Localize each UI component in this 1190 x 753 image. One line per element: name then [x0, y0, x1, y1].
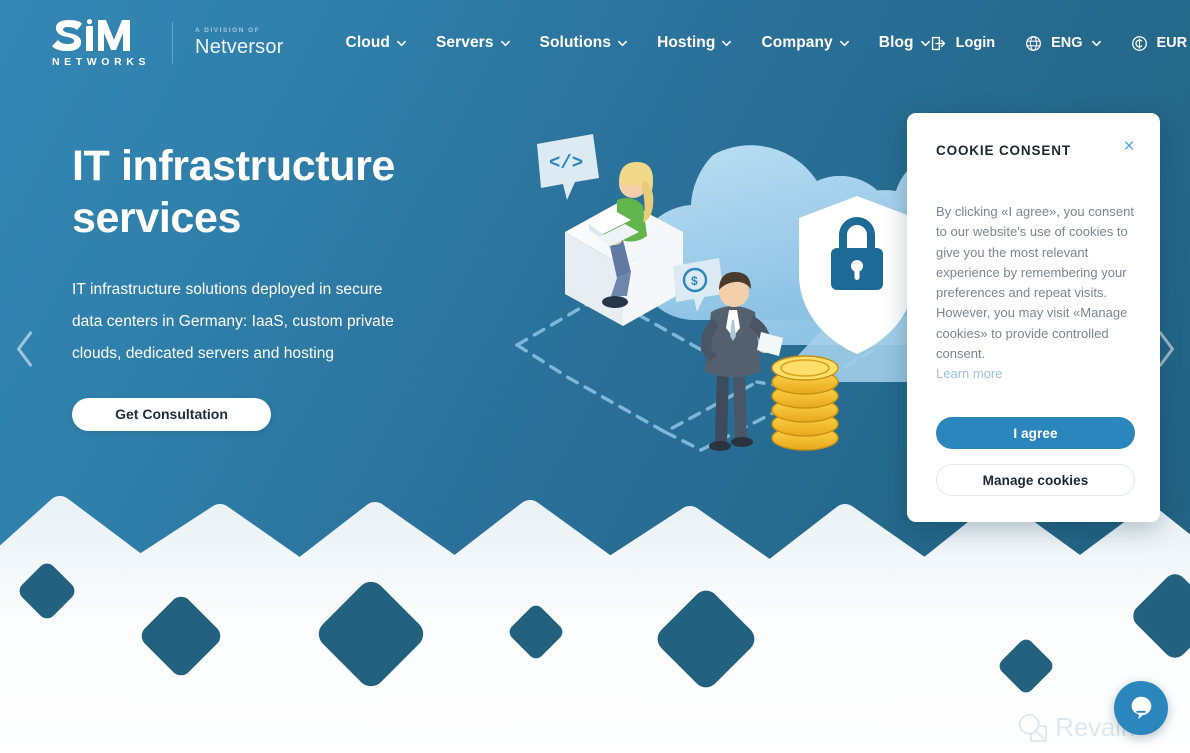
- currency-label: EUR: [1156, 35, 1188, 51]
- logo[interactable]: NETWORKS A DIVISION OF Netversor: [52, 18, 284, 68]
- chevron-down-icon: [839, 40, 849, 46]
- cookie-consent-title: COOKIE CONSENT: [936, 143, 1071, 158]
- chevron-down-icon: [618, 40, 628, 46]
- hero-content: IT infrastructure services IT infrastruc…: [72, 140, 492, 431]
- chat-widget-button[interactable]: [1114, 681, 1168, 735]
- sim-logo-icon: [52, 18, 130, 51]
- chevron-down-icon: [722, 40, 732, 46]
- main-navigation: Cloud Servers Solutions Hosting Company …: [346, 34, 930, 52]
- chevron-down-icon: [1091, 40, 1101, 46]
- login-icon: [931, 36, 945, 50]
- nav-item-cloud[interactable]: Cloud: [346, 34, 406, 52]
- i-agree-button[interactable]: I agree: [936, 417, 1135, 449]
- nav-label: Company: [761, 34, 833, 51]
- nav-label: Solutions: [539, 34, 612, 51]
- language-label: ENG: [1051, 35, 1083, 51]
- cookie-actions: I agree Manage cookies: [936, 417, 1135, 496]
- chevron-down-icon: [396, 40, 406, 46]
- cookie-consent-dialog: × COOKIE CONSENT By clicking «I agree», …: [907, 113, 1160, 522]
- division-label: A DIVISION OF: [195, 27, 261, 34]
- currency-icon: [1131, 35, 1147, 51]
- nav-item-solutions[interactable]: Solutions: [540, 34, 628, 52]
- nav-label: Cloud: [345, 34, 390, 51]
- nav-label: Servers: [435, 34, 494, 51]
- globe-icon: [1026, 35, 1042, 51]
- cookie-consent-body: By clicking «I agree», you consent to ou…: [936, 204, 1134, 361]
- svg-text:$: $: [691, 274, 698, 288]
- nav-item-blog[interactable]: Blog: [879, 34, 930, 52]
- revain-logo-icon: [1019, 713, 1048, 742]
- chevron-down-icon: [500, 40, 510, 46]
- site-header: NETWORKS A DIVISION OF Netversor Cloud S…: [0, 0, 1190, 86]
- nav-label: Blog: [878, 34, 914, 51]
- logo-divider: [172, 22, 174, 64]
- coin-stack: [771, 355, 839, 451]
- carousel-prev-button[interactable]: [2, 316, 48, 382]
- hero-illustration: </> $: [505, 120, 935, 480]
- login-button[interactable]: Login: [930, 35, 995, 52]
- page-title: IT infrastructure services: [72, 142, 395, 243]
- svg-text:</>: </>: [549, 152, 583, 174]
- division-block: A DIVISION OF Netversor: [195, 27, 284, 59]
- floating-diamonds: [19, 563, 1190, 693]
- logo-subtitle: NETWORKS: [52, 55, 151, 68]
- manage-cookies-button[interactable]: Manage cookies: [936, 464, 1135, 496]
- nav-label: Hosting: [657, 34, 716, 51]
- login-label: Login: [955, 35, 996, 51]
- chevron-down-icon: [920, 40, 930, 46]
- code-bubble-icon: </>: [537, 134, 599, 200]
- get-consultation-button[interactable]: Get Consultation: [72, 397, 271, 431]
- learn-more-link[interactable]: Learn more: [936, 366, 1002, 381]
- header-utilities: Login ENG EUR: [930, 35, 1190, 52]
- chat-bubble-icon: [1131, 696, 1152, 720]
- nav-item-servers[interactable]: Servers: [436, 34, 510, 52]
- language-selector[interactable]: ENG: [1025, 35, 1101, 52]
- currency-selector[interactable]: EUR: [1131, 35, 1190, 52]
- hero-section: </> $ IT infrastructure services IT infr…: [0, 0, 1190, 753]
- hero-subtitle: IT infrastructure solutions deployed in …: [72, 280, 394, 362]
- chevron-left-icon: [16, 331, 32, 367]
- nav-item-hosting[interactable]: Hosting: [657, 34, 732, 52]
- division-name: Netversor: [195, 36, 284, 58]
- nav-item-company[interactable]: Company: [761, 34, 849, 52]
- close-icon[interactable]: ×: [1118, 135, 1140, 157]
